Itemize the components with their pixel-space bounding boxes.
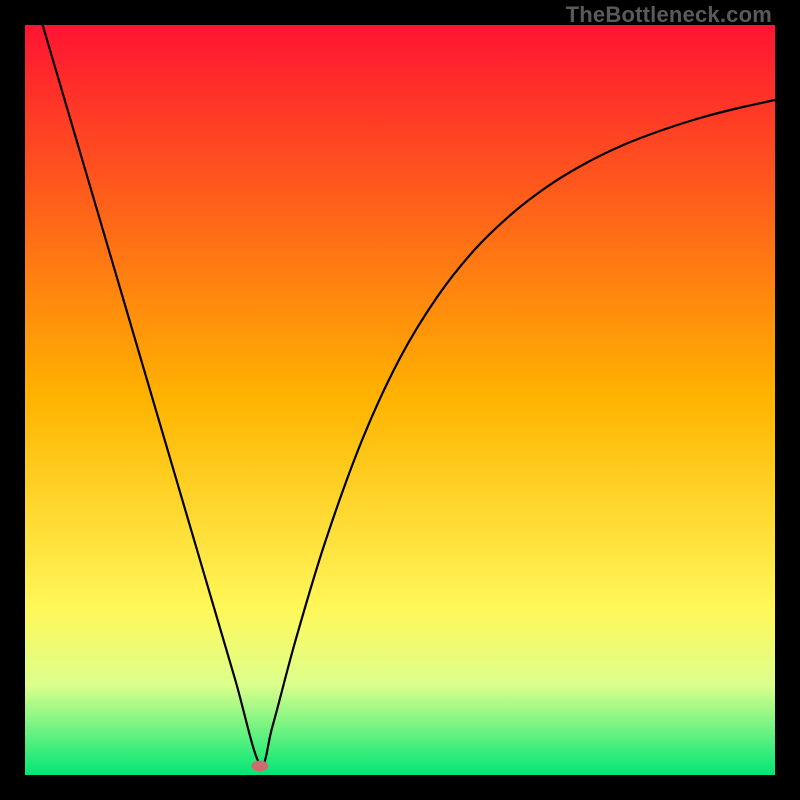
chart-frame: TheBottleneck.com [0,0,800,800]
gradient-background [25,25,775,775]
watermark-text: TheBottleneck.com [566,2,772,28]
plot-area [25,25,775,775]
